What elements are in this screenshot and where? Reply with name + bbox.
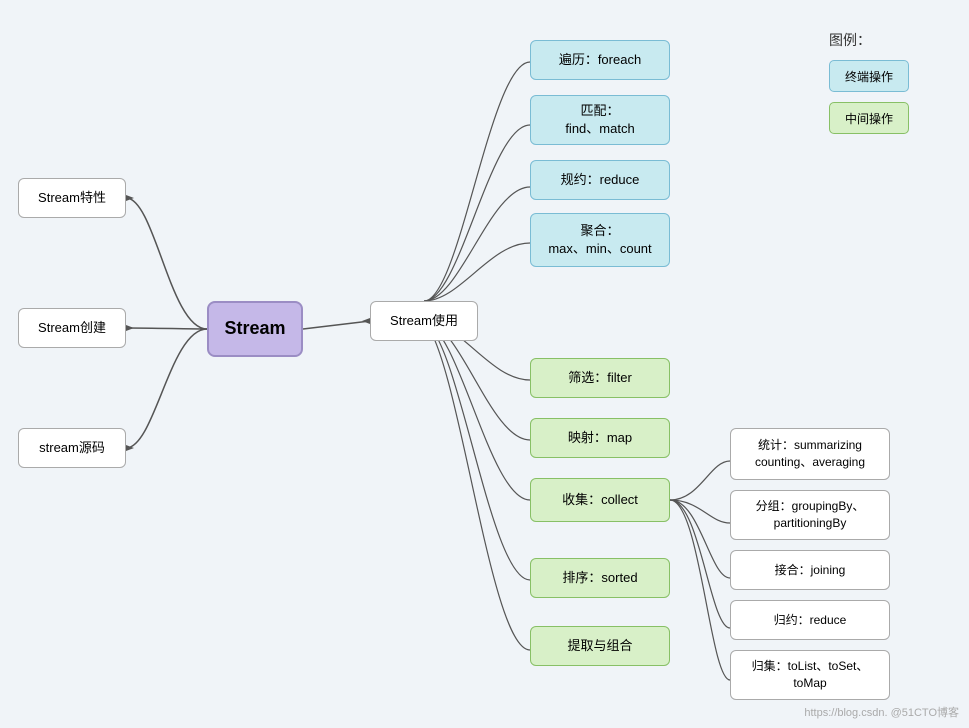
map-label: 映射：map bbox=[568, 429, 632, 447]
grouping-node: 分组：groupingBy、partitioningBy bbox=[730, 490, 890, 540]
filter-node: 筛选：filter bbox=[530, 358, 670, 398]
sorted-node: 排序：sorted bbox=[530, 558, 670, 598]
stream-use-label: Stream使用 bbox=[390, 312, 458, 330]
joining-label: 接合：joining bbox=[775, 562, 846, 579]
collect-label: 收集：collect bbox=[562, 491, 638, 509]
stream-create-node: Stream创建 bbox=[18, 308, 126, 348]
filter-label: 筛选：filter bbox=[568, 369, 632, 387]
legend: 图例： 终端操作 中间操作 bbox=[829, 30, 909, 144]
foreach-node: 遍历：foreach bbox=[530, 40, 670, 80]
extract-node: 提取与组合 bbox=[530, 626, 670, 666]
reduce-node: 规约：reduce bbox=[530, 160, 670, 200]
aggregate-label: 聚合：max、min、count bbox=[548, 222, 651, 258]
legend-terminal-box: 终端操作 bbox=[829, 60, 909, 92]
tolist-node: 归集：toList、toSet、toMap bbox=[730, 650, 890, 700]
extract-label: 提取与组合 bbox=[567, 637, 632, 655]
foreach-label: 遍历：foreach bbox=[559, 51, 641, 69]
center-label: Stream bbox=[224, 316, 285, 341]
legend-intermediate-item: 中间操作 bbox=[829, 102, 909, 134]
findmatch-node: 匹配：find、match bbox=[530, 95, 670, 145]
summarizing-node: 统计：summarizingcounting、averaging bbox=[730, 428, 890, 480]
reduce-label: 规约：reduce bbox=[561, 171, 640, 189]
reduce2-node: 归约：reduce bbox=[730, 600, 890, 640]
center-node: Stream bbox=[207, 301, 303, 357]
stream-props-label: Stream特性 bbox=[38, 189, 106, 207]
legend-intermediate-box: 中间操作 bbox=[829, 102, 909, 134]
collect-node: 收集：collect bbox=[530, 478, 670, 522]
sorted-label: 排序：sorted bbox=[562, 569, 637, 587]
stream-props-node: Stream特性 bbox=[18, 178, 126, 218]
stream-source-label: stream源码 bbox=[39, 439, 105, 457]
watermark: https://blog.csdn. @51CTO博客 bbox=[804, 704, 959, 720]
stream-use-node: Stream使用 bbox=[370, 301, 478, 341]
map-node: 映射：map bbox=[530, 418, 670, 458]
legend-title: 图例： bbox=[829, 30, 909, 50]
stream-source-node: stream源码 bbox=[18, 428, 126, 468]
findmatch-label: 匹配：find、match bbox=[565, 102, 634, 138]
grouping-label: 分组：groupingBy、partitioningBy bbox=[756, 498, 865, 532]
summarizing-label: 统计：summarizingcounting、averaging bbox=[755, 437, 865, 471]
diagram-container: Stream Stream特性 Stream创建 stream源码 Stream… bbox=[0, 0, 969, 728]
tolist-label: 归集：toList、toSet、toMap bbox=[752, 658, 869, 692]
stream-create-label: Stream创建 bbox=[38, 319, 106, 337]
reduce2-label: 归约：reduce bbox=[774, 612, 847, 629]
legend-terminal-item: 终端操作 bbox=[829, 60, 909, 92]
aggregate-node: 聚合：max、min、count bbox=[530, 213, 670, 267]
legend-terminal-label: 终端操作 bbox=[845, 68, 893, 85]
legend-intermediate-label: 中间操作 bbox=[845, 110, 893, 127]
joining-node: 接合：joining bbox=[730, 550, 890, 590]
